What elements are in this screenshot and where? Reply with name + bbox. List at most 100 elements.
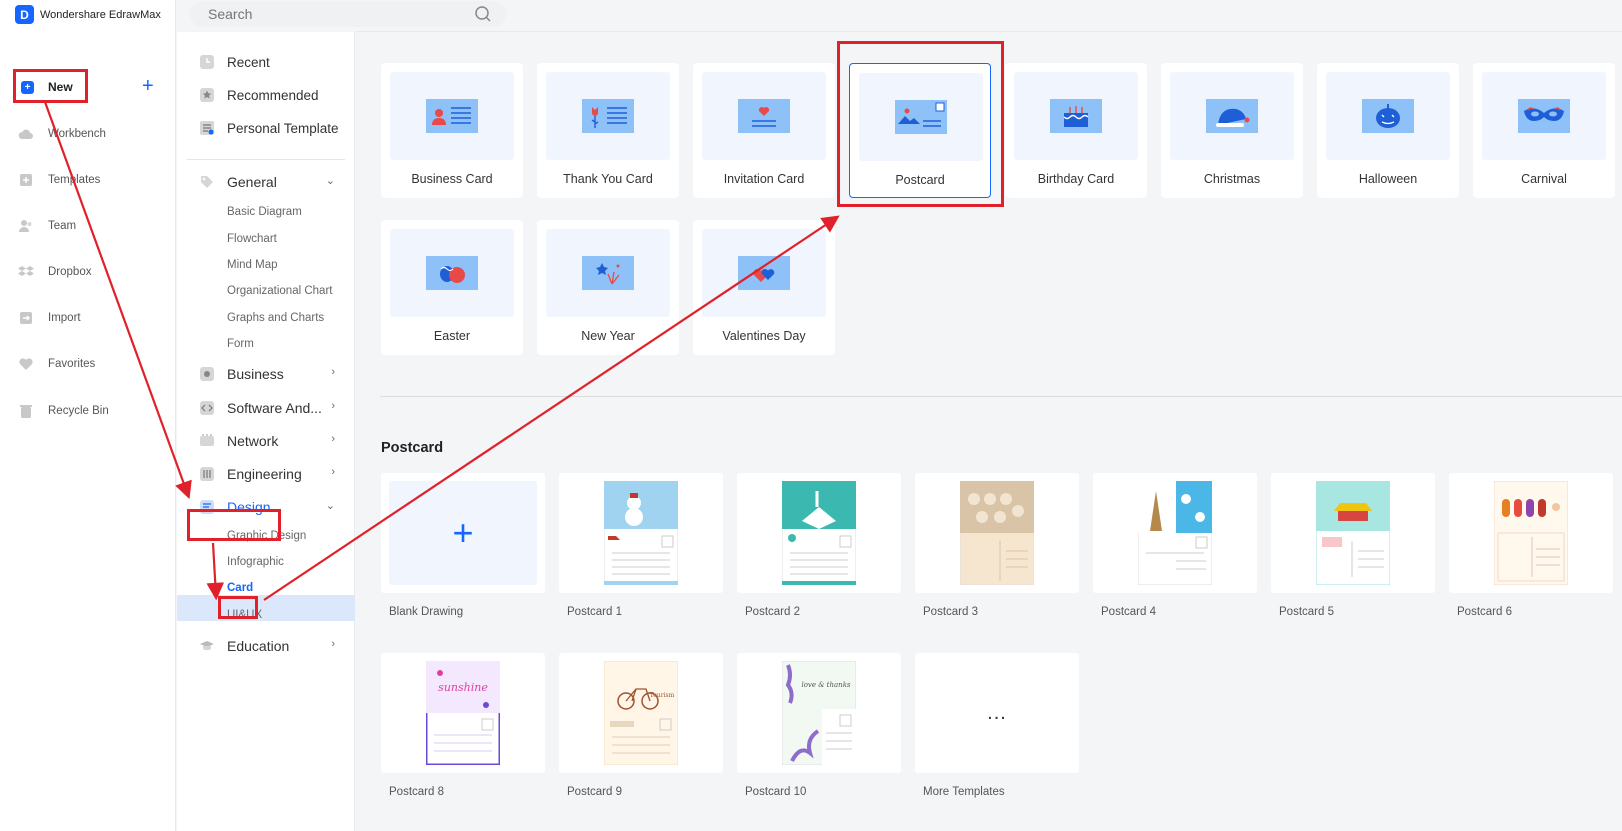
card-type-invitation-card[interactable]: Invitation Card [693, 63, 835, 198]
sub-infographic[interactable]: Infographic [227, 556, 284, 568]
card-type-label: Birthday Card [1037, 172, 1115, 186]
card-thumbnail [546, 229, 670, 317]
postcard-thumbnail [782, 481, 856, 585]
sub-graphs-charts[interactable]: Graphs and Charts [227, 312, 324, 324]
personal-template-icon [200, 121, 214, 135]
chevron-right-icon: › [331, 400, 335, 412]
cat-group-label: General [227, 174, 277, 190]
card-type-easter[interactable]: Easter [381, 220, 523, 355]
card-type-birthday-card[interactable]: Birthday Card [1005, 63, 1147, 198]
category-separator [187, 159, 345, 160]
chevron-right-icon: › [331, 466, 335, 478]
business-icon [200, 367, 214, 381]
nav-templates[interactable]: Templates [18, 172, 100, 188]
template-postcard-8[interactable]: sunshine [381, 653, 545, 773]
card-type-label: Thank You Card [563, 172, 653, 186]
cat-recent[interactable]: Recent [199, 54, 270, 70]
cat-business[interactable]: Business › [199, 366, 337, 382]
template-postcard-5[interactable] [1271, 473, 1435, 593]
active-row-highlight [177, 595, 355, 621]
card-thumbnail [1014, 72, 1138, 160]
nav-item-label: Workbench [48, 128, 106, 140]
nav-workbench[interactable]: Workbench [18, 126, 106, 142]
chevron-right-icon: › [331, 638, 335, 650]
cat-software[interactable]: Software And... › [199, 400, 337, 416]
import-icon [20, 312, 32, 324]
card-thumbnail [390, 72, 514, 160]
postcard-thumbnail [1316, 481, 1390, 585]
engineering-icon [200, 467, 214, 481]
template-label: Postcard 1 [567, 606, 622, 618]
template-blank-drawing[interactable]: + [381, 473, 545, 593]
template-label: Postcard 10 [745, 786, 807, 798]
cat-network[interactable]: Network › [199, 433, 337, 449]
chevron-right-icon: › [331, 366, 335, 378]
card-type-label: Carnival [1521, 172, 1567, 186]
sub-mind-map[interactable]: Mind Map [227, 259, 278, 271]
sub-basic-diagram[interactable]: Basic Diagram [227, 206, 302, 218]
cat-personal-template[interactable]: Personal Template [199, 120, 339, 136]
code-icon [200, 401, 214, 415]
annotation-box-new [13, 69, 88, 103]
template-postcard-6[interactable] [1449, 473, 1613, 593]
sub-form[interactable]: Form [227, 338, 254, 350]
nav-favorites[interactable]: Favorites [18, 356, 95, 372]
search-bar[interactable] [190, 1, 506, 27]
postcard-thumbnail: sunshine [426, 661, 500, 765]
card-type-label: Christmas [1203, 172, 1261, 186]
cat-education[interactable]: Education › [199, 638, 337, 654]
postcard-thumbnail: Tourism [604, 661, 678, 765]
card-type-christmas[interactable]: Christmas [1161, 63, 1303, 198]
tag-icon [201, 176, 213, 188]
cat-label: Recent [227, 54, 270, 70]
nav-item-label: Import [48, 312, 81, 324]
cat-group-label: Engineering [227, 466, 302, 482]
sub-org-chart[interactable]: Organizational Chart [227, 285, 332, 297]
cat-engineering[interactable]: Engineering › [199, 466, 337, 482]
nav-item-label: Favorites [48, 358, 96, 370]
card-type-business-card[interactable]: Business Card [381, 63, 523, 198]
plus-icon: + [389, 481, 537, 585]
templates-icon [20, 174, 32, 186]
nav-recycle-bin[interactable]: Recycle Bin [18, 403, 109, 419]
nav-dropbox[interactable]: Dropbox [18, 264, 91, 280]
card-type-carnival[interactable]: Carnival [1473, 63, 1615, 198]
search-icon[interactable] [474, 5, 492, 23]
cat-general[interactable]: General ⌄ [199, 174, 337, 190]
postcard-thumbnail [960, 481, 1034, 585]
sub-flowchart[interactable]: Flowchart [227, 233, 277, 245]
create-plus-icon[interactable]: + [142, 76, 154, 96]
nav-import[interactable]: Import [18, 310, 81, 326]
template-postcard-3[interactable] [915, 473, 1079, 593]
nav-team[interactable]: Team [18, 218, 76, 234]
template-postcard-9[interactable]: Tourism [559, 653, 723, 773]
edrawmax-new-screen: D Wondershare EdrawMax + New + Workbench… [0, 0, 1622, 831]
template-label: Postcard 3 [923, 606, 978, 618]
template-more-templates[interactable]: ... [915, 653, 1079, 773]
template-postcard-2[interactable] [737, 473, 901, 593]
heart-icon [19, 358, 33, 370]
card-thumbnail [702, 72, 826, 160]
svg-text:Tourism: Tourism [650, 692, 675, 699]
template-label: Postcard 8 [389, 786, 444, 798]
annotation-box-design [187, 509, 281, 541]
sub-card[interactable]: Card [227, 582, 253, 594]
cat-recommended[interactable]: Recommended [199, 87, 319, 103]
card-type-new-year[interactable]: New Year [537, 220, 679, 355]
card-thumbnail [1170, 72, 1294, 160]
card-thumbnail [1326, 72, 1450, 160]
nav-item-label: Dropbox [48, 266, 92, 278]
template-postcard-1[interactable] [559, 473, 723, 593]
card-thumbnail [1482, 72, 1606, 160]
cat-group-label: Software And... [227, 400, 322, 416]
chevron-right-icon: › [331, 433, 335, 445]
template-postcard-4[interactable] [1093, 473, 1257, 593]
card-type-halloween[interactable]: Halloween [1317, 63, 1459, 198]
card-type-thank-you-card[interactable]: Thank You Card [537, 63, 679, 198]
template-label: Postcard 2 [745, 606, 800, 618]
template-postcard-10[interactable]: love & thanks [737, 653, 901, 773]
card-type-label: New Year [581, 329, 635, 343]
search-input[interactable] [208, 4, 458, 24]
card-type-valentines-day[interactable]: Valentines Day [693, 220, 835, 355]
nav-item-label: Team [48, 220, 77, 232]
